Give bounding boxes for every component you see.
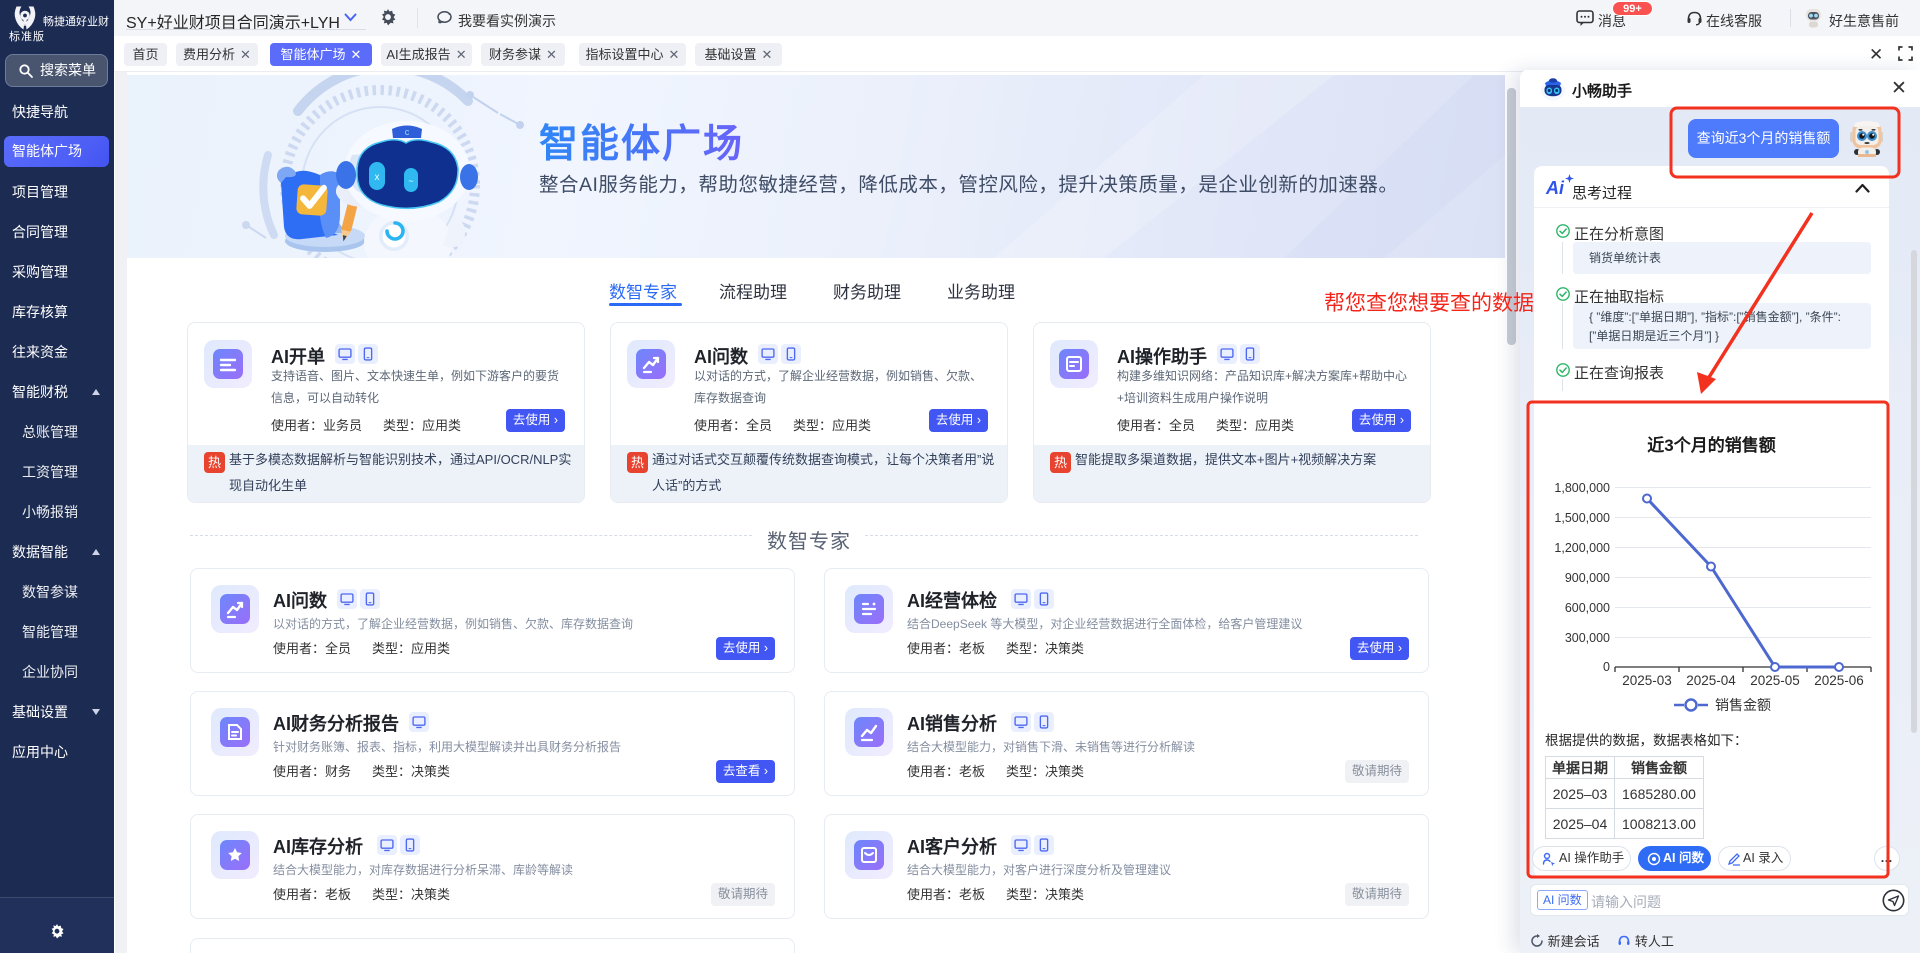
svg-text:1,500,000: 1,500,000 — [1554, 511, 1610, 525]
svg-text:600,000: 600,000 — [1565, 601, 1610, 615]
svg-text:900,000: 900,000 — [1565, 571, 1610, 585]
svg-text:300,000: 300,000 — [1565, 631, 1610, 645]
svg-text:0: 0 — [1603, 660, 1610, 674]
svg-text:销售金额: 销售金额 — [1715, 697, 1771, 713]
svg-text:2025-05: 2025-05 — [1750, 673, 1800, 688]
svg-text:~: ~ — [408, 176, 413, 186]
svg-text:x: x — [375, 172, 380, 183]
svg-text:2025-03: 2025-03 — [1622, 673, 1672, 688]
svg-text:1,800,000: 1,800,000 — [1554, 481, 1610, 495]
svg-text:c: c — [405, 127, 410, 137]
svg-text:2025-06: 2025-06 — [1814, 673, 1864, 688]
svg-text:2025-04: 2025-04 — [1686, 673, 1736, 688]
svg-text:1,200,000: 1,200,000 — [1554, 541, 1610, 555]
